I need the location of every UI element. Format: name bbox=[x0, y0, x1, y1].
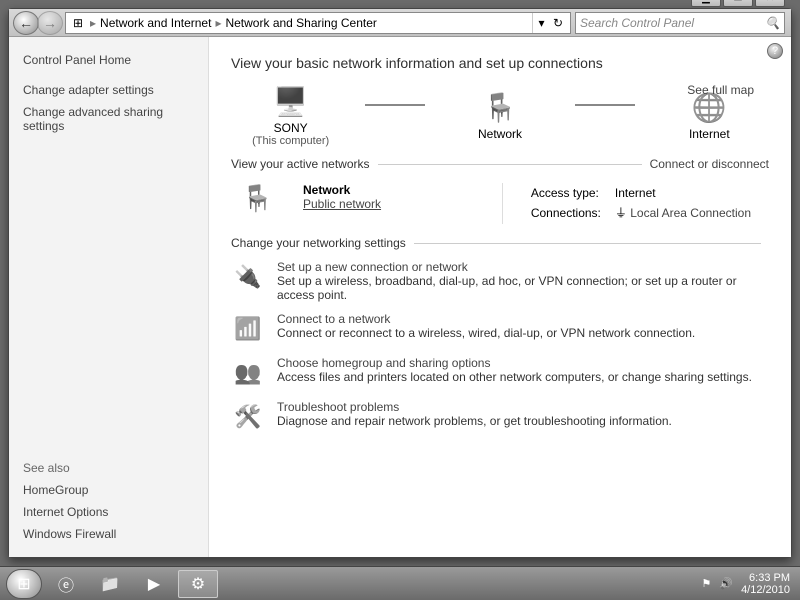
titlebar: ← → ⊞ ▸ Network and Internet ▸ Network a… bbox=[9, 9, 791, 37]
taskbar-ie-icon[interactable]: ⓔ bbox=[46, 570, 86, 598]
access-type-value: Internet bbox=[609, 185, 757, 201]
control-panel-icon: ⊞ bbox=[70, 15, 86, 31]
map-label: SONY bbox=[274, 121, 308, 135]
see-also-homegroup[interactable]: HomeGroup bbox=[23, 483, 194, 497]
network-map: See full map 🖥️ SONY (This computer) 🪑 N… bbox=[246, 83, 754, 147]
refresh-button[interactable]: ↻ bbox=[550, 15, 566, 31]
address-bar[interactable]: ⊞ ▸ Network and Internet ▸ Network and S… bbox=[65, 12, 571, 34]
setting-desc: Access files and printers located on oth… bbox=[277, 370, 752, 384]
tray-clock[interactable]: 6:33 PM 4/12/2010 bbox=[741, 572, 790, 596]
settings-list: 🔌 Set up a new connection or network Set… bbox=[231, 260, 769, 434]
setting-troubleshoot[interactable]: 🛠️ Troubleshoot problems Diagnose and re… bbox=[231, 400, 769, 434]
address-dropdown[interactable]: ▾ bbox=[532, 13, 550, 33]
change-settings-heading: Change your networking settings bbox=[231, 236, 406, 250]
taskbar: ⊞ ⓔ 📁 ▶ ⚙ ⚑ 🔊 6:33 PM 4/12/2010 bbox=[0, 566, 800, 600]
connect-network-icon: 📶 bbox=[231, 312, 265, 346]
see-also-internet-options[interactable]: Internet Options bbox=[23, 505, 194, 519]
network-type-link[interactable]: Public network bbox=[303, 197, 381, 211]
map-connector bbox=[575, 104, 635, 106]
setting-title: Set up a new connection or network bbox=[277, 260, 769, 274]
setting-desc: Set up a wireless, broadband, dial-up, a… bbox=[277, 274, 769, 302]
taskbar-explorer-icon[interactable]: 📁 bbox=[90, 570, 130, 598]
tray-flag-icon[interactable]: ⚑ bbox=[701, 577, 711, 590]
network-bench-icon: 🪑 bbox=[241, 183, 287, 219]
map-connector bbox=[365, 104, 425, 106]
tray-date: 4/12/2010 bbox=[741, 584, 790, 596]
setting-title: Choose homegroup and sharing options bbox=[277, 356, 752, 370]
setting-desc: Diagnose and repair network problems, or… bbox=[277, 414, 672, 428]
maximize-button[interactable]: ▭ bbox=[723, 0, 753, 7]
forward-button[interactable]: → bbox=[37, 11, 63, 35]
active-network-block: 🪑 Network Public network Access type: In… bbox=[241, 183, 759, 224]
troubleshoot-icon: 🛠️ bbox=[231, 400, 265, 434]
homegroup-icon: 👥 bbox=[231, 356, 265, 390]
computer-icon: 🖥️ bbox=[271, 83, 311, 119]
breadcrumb-item[interactable]: Network and Internet bbox=[100, 16, 211, 30]
network-name: Network bbox=[303, 183, 381, 197]
window-body: ? Control Panel Home Change adapter sett… bbox=[9, 37, 791, 557]
sidebar-link-advanced-sharing[interactable]: Change advanced sharing settings bbox=[23, 105, 194, 133]
map-label: Internet bbox=[689, 127, 730, 141]
taskbar-control-panel-icon[interactable]: ⚙ bbox=[178, 570, 218, 598]
minimize-button[interactable]: ▁ bbox=[691, 0, 721, 7]
breadcrumb-item[interactable]: Network and Sharing Center bbox=[225, 16, 376, 30]
content-pane: View your basic network information and … bbox=[209, 37, 791, 557]
search-icon: 🔍 bbox=[765, 16, 780, 30]
nic-icon: ⏚ bbox=[615, 206, 627, 220]
setting-desc: Connect or reconnect to a wireless, wire… bbox=[277, 326, 695, 340]
see-full-map-link[interactable]: See full map bbox=[687, 83, 754, 97]
map-this-computer: 🖥️ SONY (This computer) bbox=[246, 83, 335, 147]
close-button[interactable]: ✕ bbox=[755, 0, 785, 7]
setting-title: Connect to a network bbox=[277, 312, 695, 326]
bench-icon: 🪑 bbox=[480, 89, 520, 125]
see-also-windows-firewall[interactable]: Windows Firewall bbox=[23, 527, 194, 541]
see-also-label: See also bbox=[23, 461, 194, 475]
control-panel-window: ▁ ▭ ✕ ← → ⊞ ▸ Network and Internet ▸ Net… bbox=[8, 8, 792, 558]
sidebar-link-adapter[interactable]: Change adapter settings bbox=[23, 83, 194, 97]
taskbar-media-icon[interactable]: ▶ bbox=[134, 570, 174, 598]
active-networks-heading: View your active networks bbox=[231, 157, 370, 171]
search-placeholder: Search Control Panel bbox=[580, 16, 694, 30]
setting-connect-network[interactable]: 📶 Connect to a network Connect or reconn… bbox=[231, 312, 769, 346]
access-type-label: Access type: bbox=[525, 185, 607, 201]
map-label: Network bbox=[478, 127, 522, 141]
map-network: 🪑 Network bbox=[455, 89, 544, 141]
setting-title: Troubleshoot problems bbox=[277, 400, 672, 414]
breadcrumb-sep: ▸ bbox=[90, 16, 96, 30]
start-button[interactable]: ⊞ bbox=[6, 569, 42, 599]
setting-setup-connection[interactable]: 🔌 Set up a new connection or network Set… bbox=[231, 260, 769, 302]
tray-volume-icon[interactable]: 🔊 bbox=[719, 577, 733, 590]
setting-homegroup[interactable]: 👥 Choose homegroup and sharing options A… bbox=[231, 356, 769, 390]
help-icon[interactable]: ? bbox=[767, 43, 783, 59]
local-area-connection-link[interactable]: Local Area Connection bbox=[630, 206, 751, 220]
back-button[interactable]: ← bbox=[13, 11, 39, 35]
connect-disconnect-link[interactable]: Connect or disconnect bbox=[650, 157, 769, 171]
sidebar-home-link[interactable]: Control Panel Home bbox=[23, 53, 194, 67]
sidebar: Control Panel Home Change adapter settin… bbox=[9, 37, 209, 557]
search-input[interactable]: Search Control Panel 🔍 bbox=[575, 12, 785, 34]
map-sublabel: (This computer) bbox=[252, 135, 329, 147]
connections-label: Connections: bbox=[525, 203, 607, 222]
breadcrumb-sep: ▸ bbox=[215, 16, 221, 30]
setup-connection-icon: 🔌 bbox=[231, 260, 265, 294]
tray-time: 6:33 PM bbox=[741, 572, 790, 584]
page-title: View your basic network information and … bbox=[231, 55, 769, 71]
